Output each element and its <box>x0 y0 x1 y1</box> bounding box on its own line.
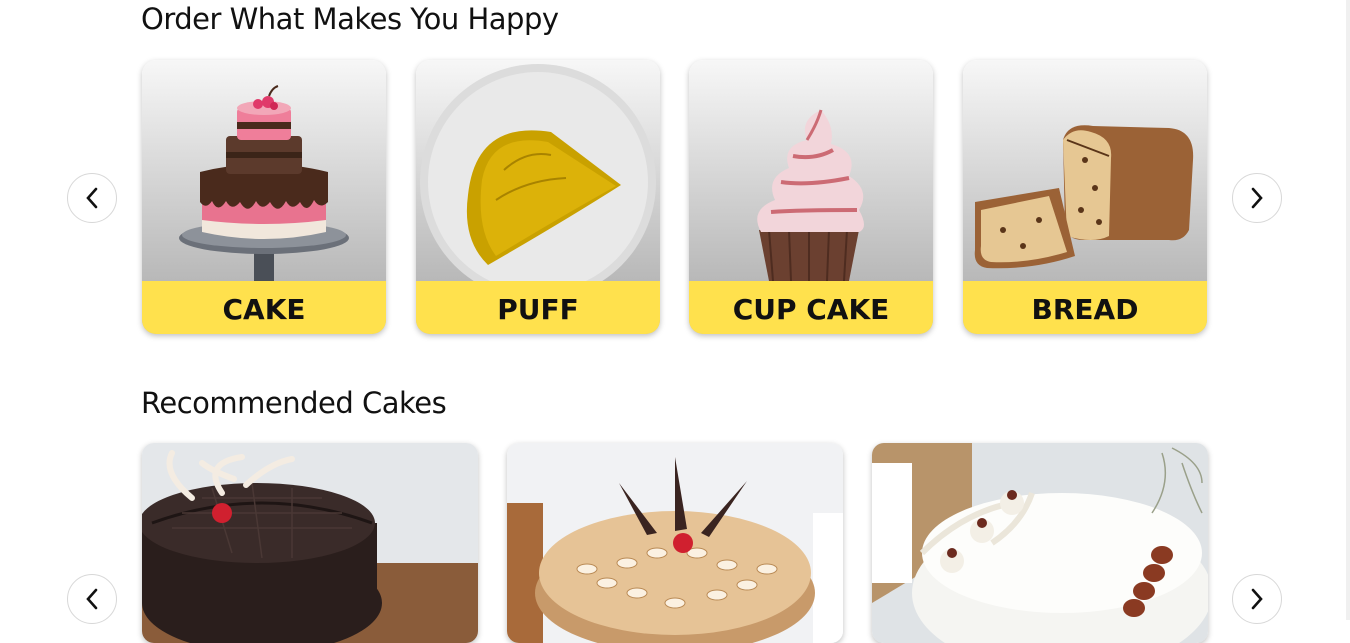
white-forest-cake-image <box>872 443 1208 643</box>
chevron-left-icon <box>86 588 98 610</box>
puff-pastry-image <box>420 64 656 281</box>
categories-next-button[interactable] <box>1232 173 1282 223</box>
cupcake-image <box>757 109 864 281</box>
category-card-cupcake[interactable]: CUP CAKE <box>689 60 933 334</box>
categories-section-title: Order What Makes You Happy <box>141 2 559 36</box>
chevron-left-icon <box>86 187 98 209</box>
categories-prev-button[interactable] <box>67 173 117 223</box>
recommended-card-butterscotch[interactable] <box>507 443 843 643</box>
chocolate-truffle-cake-image <box>142 443 478 643</box>
category-card-puff[interactable]: PUFF <box>416 60 660 334</box>
category-label: BREAD <box>963 281 1207 334</box>
category-label: PUFF <box>416 281 660 334</box>
bread-loaf-image <box>974 125 1194 269</box>
recommended-prev-button[interactable] <box>67 574 117 624</box>
recommended-card-chocolate-truffle[interactable] <box>142 443 478 643</box>
category-card-cake[interactable]: CAKE <box>142 60 386 334</box>
category-label: CUP CAKE <box>689 281 933 334</box>
butterscotch-cake-image <box>507 443 843 643</box>
chevron-right-icon <box>1251 187 1263 209</box>
chevron-right-icon <box>1251 588 1263 610</box>
recommended-card-white-forest[interactable] <box>872 443 1208 643</box>
recommended-next-button[interactable] <box>1232 574 1282 624</box>
category-label: CAKE <box>142 281 386 334</box>
category-card-bread[interactable]: BREAD <box>963 60 1207 334</box>
recommended-section-title: Recommended Cakes <box>141 386 447 420</box>
tiered-cake-image <box>179 85 349 281</box>
page-scrollbar[interactable] <box>1346 0 1350 620</box>
